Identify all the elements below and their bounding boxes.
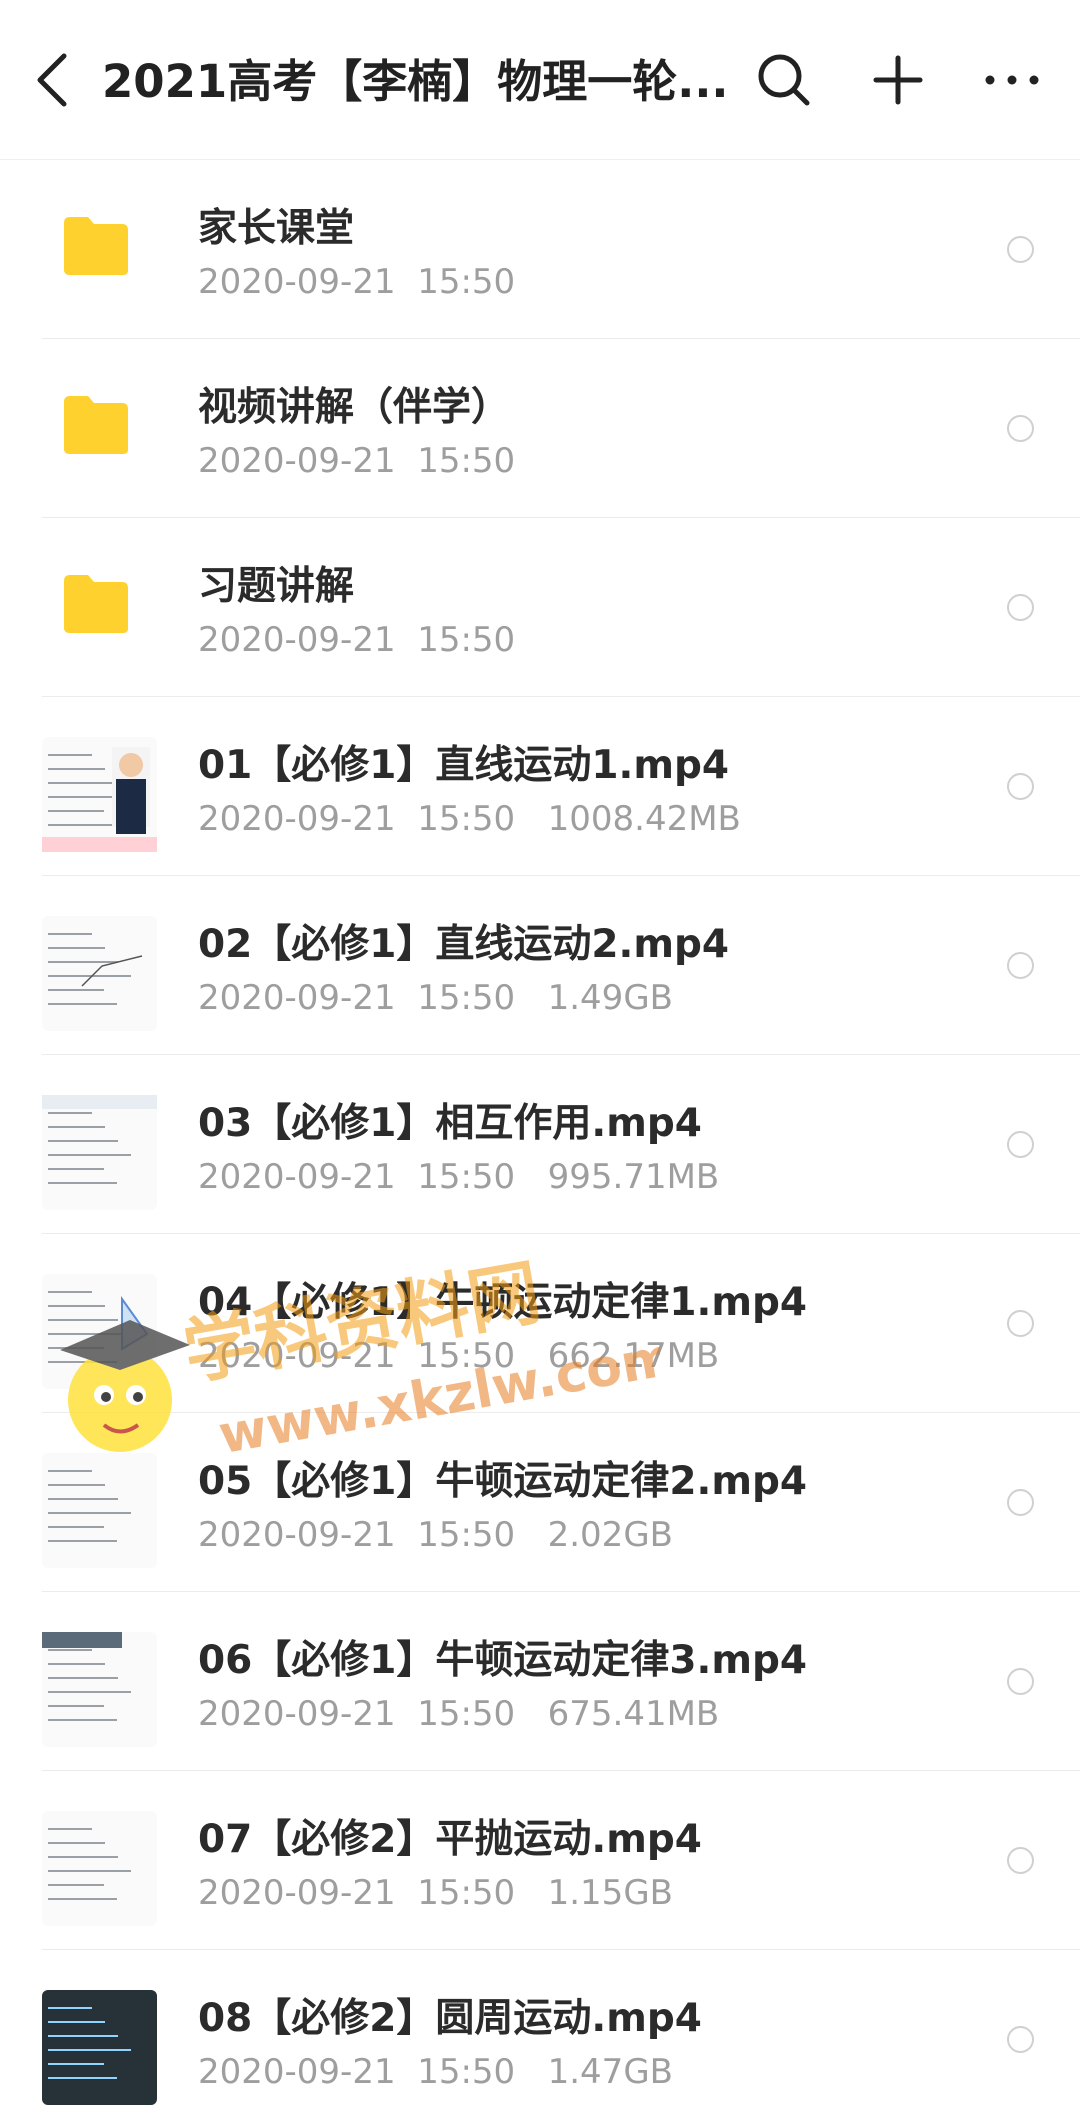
item-name: 08【必修2】圆周运动.mp4 [198, 1996, 702, 2041]
select-radio[interactable] [1007, 236, 1034, 263]
item-name: 家长课堂 [198, 206, 355, 251]
item-meta: 2020-09-21 15:50 995.71MB [198, 1157, 720, 1197]
video-thumbnail [42, 1990, 157, 2105]
item-meta: 2020-09-21 15:50 1.47GB [198, 2052, 673, 2092]
video-thumb [42, 1274, 157, 1389]
folder-thumb [62, 573, 130, 635]
item-meta: 2020-09-21 15:50 1008.42MB [198, 799, 741, 839]
video-thumbnail [42, 1453, 157, 1568]
item-meta: 2020-09-21 15:50 675.41MB [198, 1694, 720, 1734]
file-row[interactable]: 08【必修2】圆周运动.mp4 2020-09-21 15:50 1.47GB [0, 1950, 1080, 2116]
select-radio[interactable] [1007, 952, 1034, 979]
item-name: 03【必修1】相互作用.mp4 [198, 1101, 702, 1146]
page-title: 2021高考【李楠】物理一轮... [102, 55, 729, 108]
add-button[interactable] [866, 48, 930, 112]
item-name: 02【必修1】直线运动2.mp4 [198, 922, 730, 967]
folder-row[interactable]: 视频讲解（伴学） 2020-09-21 15:50 [0, 339, 1080, 518]
video-thumbnail [42, 1095, 157, 1210]
folder-icon [64, 396, 128, 454]
item-name: 04【必修1】牛顿运动定律1.mp4 [198, 1280, 808, 1325]
video-thumbnail [42, 1632, 157, 1747]
item-meta: 2020-09-21 15:50 [198, 441, 516, 481]
select-radio[interactable] [1007, 1847, 1034, 1874]
file-row[interactable]: 06【必修1】牛顿运动定律3.mp4 2020-09-21 15:50 675.4… [0, 1592, 1080, 1771]
video-thumbnail [42, 1274, 157, 1389]
item-meta: 2020-09-21 15:50 1.15GB [198, 1873, 673, 1913]
folder-thumb [62, 394, 130, 456]
file-row[interactable]: 04【必修1】牛顿运动定律1.mp4 2020-09-21 15:50 662.1… [0, 1234, 1080, 1413]
file-list: 家长课堂 2020-09-21 15:50 视频讲解（伴学） 2020-09-21 1… [0, 160, 1080, 2116]
select-radio[interactable] [1007, 773, 1034, 800]
file-row[interactable]: 05【必修1】牛顿运动定律2.mp4 2020-09-21 15:50 2.02G… [0, 1413, 1080, 1592]
select-radio[interactable] [1007, 594, 1034, 621]
select-radio[interactable] [1007, 1310, 1034, 1337]
video-thumb [42, 1095, 157, 1210]
folder-icon [64, 217, 128, 275]
item-meta: 2020-09-21 15:50 2.02GB [198, 1515, 673, 1555]
file-row[interactable]: 07【必修2】平抛运动.mp4 2020-09-21 15:50 1.15GB [0, 1771, 1080, 1950]
more-button[interactable] [980, 48, 1044, 112]
select-radio[interactable] [1007, 2026, 1034, 2053]
video-thumb [42, 1990, 157, 2105]
plus-icon [873, 55, 923, 105]
item-meta: 2020-09-21 15:50 662.17MB [198, 1336, 720, 1376]
select-radio[interactable] [1007, 1131, 1034, 1158]
chevron-left-icon [37, 53, 67, 107]
select-radio[interactable] [1007, 415, 1034, 442]
video-thumbnail [42, 1811, 157, 1926]
file-row[interactable]: 03【必修1】相互作用.mp4 2020-09-21 15:50 995.71MB [0, 1055, 1080, 1234]
item-meta: 2020-09-21 15:50 [198, 620, 516, 660]
video-thumbnail [42, 737, 157, 852]
select-radio[interactable] [1007, 1489, 1034, 1516]
video-thumb [42, 1453, 157, 1568]
search-button[interactable] [752, 48, 816, 112]
video-thumbnail [42, 916, 157, 1031]
video-thumb [42, 1632, 157, 1747]
item-name: 01【必修1】直线运动1.mp4 [198, 743, 730, 788]
more-horizontal-icon [985, 75, 1039, 85]
select-radio[interactable] [1007, 1668, 1034, 1695]
item-name: 05【必修1】牛顿运动定律2.mp4 [198, 1459, 808, 1504]
item-meta: 2020-09-21 15:50 [198, 262, 516, 302]
item-name: 视频讲解（伴学） [198, 385, 511, 430]
top-bar: 2021高考【李楠】物理一轮... [0, 0, 1080, 160]
folder-row[interactable]: 家长课堂 2020-09-21 15:50 [0, 160, 1080, 339]
search-icon [758, 54, 810, 106]
folder-thumb [62, 215, 130, 277]
folder-row[interactable]: 习题讲解 2020-09-21 15:50 [0, 518, 1080, 697]
back-button[interactable] [30, 48, 90, 112]
item-name: 习题讲解 [198, 564, 355, 609]
item-meta: 2020-09-21 15:50 1.49GB [198, 978, 673, 1018]
video-thumb [42, 1811, 157, 1926]
item-name: 07【必修2】平抛运动.mp4 [198, 1817, 702, 1862]
item-name: 06【必修1】牛顿运动定律3.mp4 [198, 1638, 808, 1683]
file-row[interactable]: 01【必修1】直线运动1.mp4 2020-09-21 15:50 1008.42… [0, 697, 1080, 876]
video-thumb [42, 737, 157, 852]
video-thumb [42, 916, 157, 1031]
file-row[interactable]: 02【必修1】直线运动2.mp4 2020-09-21 15:50 1.49GB [0, 876, 1080, 1055]
folder-icon [64, 575, 128, 633]
